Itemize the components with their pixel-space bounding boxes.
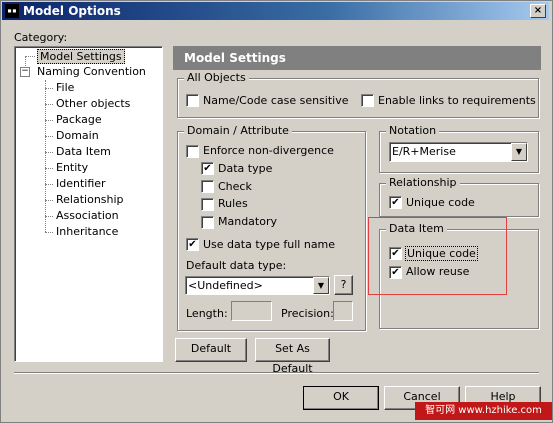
precision-label: Precision: — [281, 307, 334, 320]
tree-item-association[interactable]: Association — [56, 209, 119, 222]
tree-line — [45, 120, 53, 121]
length-label: Length: — [186, 307, 228, 320]
app-icon: ▪▪ — [5, 4, 19, 18]
tree-line — [45, 88, 53, 89]
data-type-checkbox[interactable]: ✔ — [201, 162, 214, 175]
default-button[interactable]: Default — [175, 338, 247, 362]
tree-item-naming-convention[interactable]: Naming Convention — [37, 65, 146, 78]
tree-item-entity[interactable]: Entity — [56, 161, 88, 174]
tree-line — [45, 80, 46, 232]
default-data-type-combo[interactable]: <Undefined> ▼ — [185, 276, 330, 295]
close-button[interactable]: × — [530, 4, 546, 18]
chevron-down-icon[interactable]: ▼ — [313, 277, 329, 294]
set-as-default-button[interactable]: Set As Default — [255, 338, 330, 375]
domain-attribute-label: Domain / Attribute — [184, 124, 292, 137]
panel-header-title: Model Settings — [184, 51, 286, 65]
relationship-unique-code-label: Unique code — [406, 196, 475, 209]
enable-links-label: Enable links to requirements — [378, 94, 536, 107]
tree-item-model-settings[interactable]: Model Settings — [37, 49, 125, 64]
tree-line — [25, 56, 35, 57]
all-objects-label: All Objects — [184, 71, 249, 84]
tree-line — [45, 104, 53, 105]
data-type-label: Data type — [218, 162, 273, 175]
name-code-case-checkbox[interactable] — [186, 94, 199, 107]
check-checkbox[interactable] — [201, 180, 214, 193]
tree-item-other-objects[interactable]: Other objects — [56, 97, 130, 110]
check-label: Check — [218, 180, 252, 193]
tree-item-file[interactable]: File — [56, 81, 74, 94]
panel-header: Model Settings — [173, 46, 541, 70]
category-tree[interactable]: − Model Settings Naming Convention File … — [14, 46, 163, 362]
tree-line — [45, 200, 53, 201]
tree-item-relationship[interactable]: Relationship — [56, 193, 124, 206]
mandatory-checkbox[interactable] — [201, 216, 214, 229]
tree-item-domain[interactable]: Domain — [56, 129, 99, 142]
relationship-label: Relationship — [386, 176, 460, 189]
notation-combo[interactable]: E/R+Merise ▼ — [389, 142, 528, 162]
tree-line — [45, 136, 53, 137]
enforce-non-divergence-label: Enforce non-divergence — [203, 144, 334, 157]
window-title: Model Options — [23, 4, 121, 18]
default-data-type-label: Default data type: — [186, 259, 287, 272]
use-full-name-label: Use data type full name — [203, 238, 336, 251]
relationship-unique-code-checkbox[interactable]: ✔ — [389, 196, 402, 209]
tree-line — [45, 168, 53, 169]
tree-item-inheritance[interactable]: Inheritance — [56, 225, 118, 238]
notation-value: E/R+Merise — [392, 145, 456, 158]
tree-line — [45, 216, 53, 217]
enable-links-checkbox[interactable] — [361, 94, 374, 107]
rules-label: Rules — [218, 197, 248, 210]
enforce-non-divergence-checkbox[interactable] — [186, 145, 199, 158]
collapse-icon[interactable]: − — [20, 67, 30, 77]
rules-checkbox[interactable] — [201, 198, 214, 211]
tree-line — [45, 232, 53, 233]
help-data-type-button[interactable]: ? — [334, 275, 353, 295]
name-code-case-label: Name/Code case sensitive — [203, 94, 349, 107]
tree-item-package[interactable]: Package — [56, 113, 102, 126]
tree-line — [45, 152, 53, 153]
use-full-name-checkbox[interactable]: ✔ — [186, 238, 199, 251]
precision-field[interactable] — [333, 301, 353, 321]
title-bar[interactable]: ▪▪ Model Options × — [2, 2, 549, 20]
mandatory-label: Mandatory — [218, 215, 278, 228]
category-label: Category: — [14, 31, 68, 44]
default-data-type-value: <Undefined> — [188, 279, 263, 292]
highlight-box — [368, 217, 507, 295]
tree-item-data-item[interactable]: Data Item — [56, 145, 111, 158]
length-field[interactable] — [231, 301, 272, 321]
notation-label: Notation — [386, 124, 440, 137]
watermark: 智可网 www.hzhike.com — [415, 402, 552, 420]
ok-button[interactable]: OK — [303, 386, 379, 410]
tree-line — [45, 184, 53, 185]
tree-item-identifier[interactable]: Identifier — [56, 177, 106, 190]
chevron-down-icon[interactable]: ▼ — [511, 143, 527, 161]
separator — [14, 372, 539, 374]
